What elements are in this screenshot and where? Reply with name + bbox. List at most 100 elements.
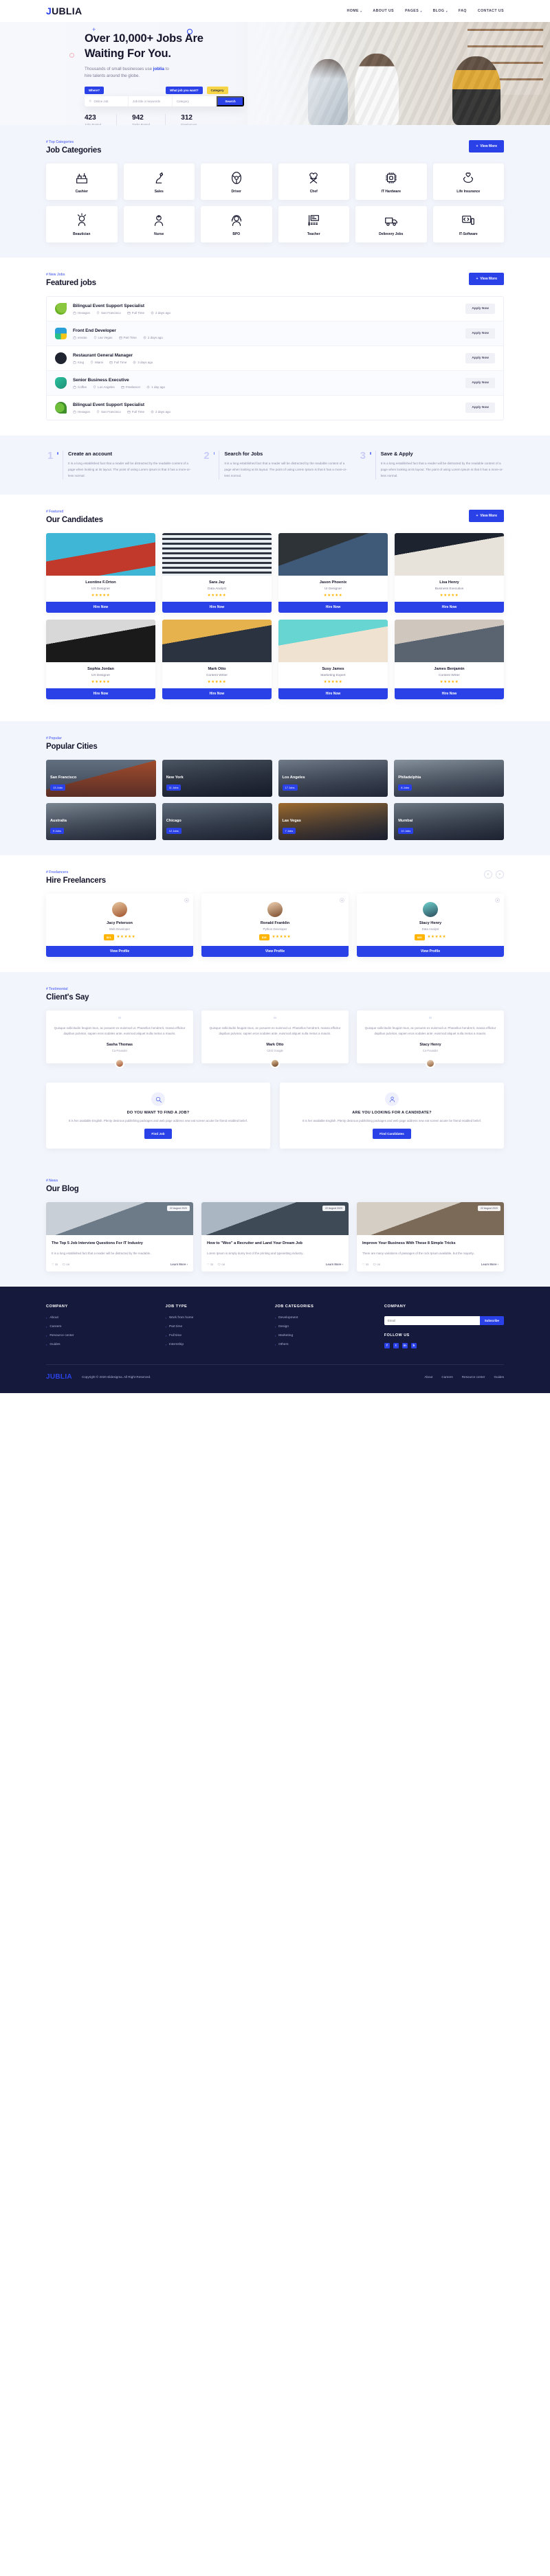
search-location-field[interactable]: Online Job bbox=[85, 96, 129, 107]
footer-bottom-link[interactable]: Guides bbox=[494, 1375, 504, 1379]
footer-bottom-link[interactable]: About bbox=[424, 1375, 432, 1379]
tag-what-job[interactable]: What job you want? bbox=[166, 87, 203, 95]
nav-item-contact-us[interactable]: CONTACT US bbox=[478, 9, 504, 13]
footer-link[interactable]: Full time bbox=[166, 1334, 265, 1337]
category-card-beautician[interactable]: Beautician bbox=[46, 206, 118, 242]
learn-more-link[interactable]: Learn More › bbox=[326, 1263, 343, 1266]
search-button[interactable]: Search bbox=[217, 96, 244, 107]
hire-now-button[interactable]: Hire Now bbox=[395, 688, 504, 699]
candidate-card[interactable]: Mark Otto Content Writer ★★★★★ Hire Now bbox=[162, 619, 272, 699]
job-row[interactable]: Senior Business Executive Coffee Los Angel… bbox=[47, 371, 503, 396]
category-card-delievery-jobs[interactable]: Delievery Jobs bbox=[355, 206, 427, 242]
category-card-cashier[interactable]: Cashier bbox=[46, 163, 118, 200]
tag-category[interactable]: Category bbox=[206, 87, 228, 95]
category-card-it-software[interactable]: IT-Software bbox=[432, 206, 504, 242]
category-card-teacher[interactable]: Teacher bbox=[278, 206, 349, 242]
hire-now-button[interactable]: Hire Now bbox=[278, 601, 388, 613]
category-card-driver[interactable]: Driver bbox=[201, 163, 272, 200]
hire-now-button[interactable]: Hire Now bbox=[395, 601, 504, 613]
freelancer-card[interactable]: ✕ Jacy Peterson Web Developer $21 ★★★★★ View … bbox=[46, 893, 193, 957]
footer-link[interactable]: Careers bbox=[46, 1325, 156, 1329]
candidate-card[interactable]: Susy James Marketing Expert ★★★★★ Hire Now bbox=[278, 619, 388, 699]
nav-item-about-us[interactable]: ABOUT US bbox=[373, 9, 394, 13]
hire-now-button[interactable]: Hire Now bbox=[162, 601, 272, 613]
site-logo[interactable]: JUBLIA bbox=[46, 5, 82, 16]
cta-button[interactable]: Find Job bbox=[144, 1129, 172, 1140]
footer-bottom-link[interactable]: Resource center bbox=[462, 1375, 485, 1379]
learn-more-link[interactable]: Learn More › bbox=[170, 1263, 188, 1266]
job-row[interactable]: Front End Developer envato Las Vegas Part T… bbox=[47, 321, 503, 346]
candidate-card[interactable]: Sara Jay Data Analyst ★★★★★ Hire Now bbox=[162, 532, 272, 613]
social-icon-facebook[interactable]: f bbox=[384, 1342, 390, 1348]
job-row[interactable]: Restaurant General Manager King Miami Full … bbox=[47, 346, 503, 371]
category-card-bpo[interactable]: BPO bbox=[201, 206, 272, 242]
search-category-field[interactable]: Category bbox=[173, 96, 217, 107]
blog-card[interactable]: 22 August 2020 How to "Woo" a Recruiter a… bbox=[201, 1202, 349, 1272]
subscribe-button[interactable]: Subscribe bbox=[479, 1315, 504, 1325]
nav-item-pages[interactable]: PAGES ▾ bbox=[405, 9, 422, 13]
category-card-life-insurance[interactable]: Life Insurance bbox=[432, 163, 504, 200]
city-card[interactable]: Philadelphia 8 Jobs bbox=[394, 759, 504, 797]
hire-now-button[interactable]: Hire Now bbox=[46, 601, 155, 613]
hire-now-button[interactable]: Hire Now bbox=[162, 688, 272, 699]
city-card[interactable]: New York 11 Jobs bbox=[162, 759, 272, 797]
apply-now-button[interactable]: Apply Now bbox=[465, 378, 495, 388]
category-card-it-hardware[interactable]: IT Hardware bbox=[355, 163, 427, 200]
search-keywords-field[interactable]: Job title or keywords bbox=[129, 96, 173, 107]
candidate-card[interactable]: James Benjamin Content Writer ★★★★★ Hire No… bbox=[395, 619, 504, 699]
hire-now-button[interactable]: Hire Now bbox=[46, 688, 155, 699]
apply-now-button[interactable]: Apply Now bbox=[465, 328, 495, 339]
freelancer-card[interactable]: ✕ Stacy Henry Data Analyst $25 ★★★★★ View Pro… bbox=[357, 893, 504, 957]
nav-item-faq[interactable]: FAQ bbox=[459, 9, 467, 13]
city-card[interactable]: Los Angeles 17 Jobs bbox=[278, 759, 388, 797]
category-card-chef[interactable]: Chef bbox=[278, 163, 349, 200]
cta-button[interactable]: Find Candidates bbox=[373, 1129, 411, 1140]
footer-link[interactable]: Work from home bbox=[166, 1316, 265, 1320]
nav-item-home[interactable]: HOME ▾ bbox=[347, 9, 362, 13]
apply-now-button[interactable]: Apply Now bbox=[465, 403, 495, 413]
footer-logo[interactable]: JUBLIA bbox=[46, 1373, 72, 1381]
bookmark-icon[interactable]: ✕ bbox=[340, 897, 344, 903]
job-row[interactable]: Bilingual Event Support Specialist Hexago… bbox=[47, 396, 503, 420]
footer-link[interactable]: Marketing bbox=[275, 1334, 375, 1337]
footer-link[interactable]: Resource center bbox=[46, 1334, 156, 1337]
candidate-card[interactable]: Sophia Jordan UX Designer ★★★★★ Hire Now bbox=[46, 619, 155, 699]
social-icon-twitter[interactable]: t bbox=[393, 1342, 399, 1348]
city-card[interactable]: Mumbai 10 Jobs bbox=[394, 802, 504, 840]
jobs-view-more-button[interactable]: + View More bbox=[469, 273, 504, 285]
social-icon-behance[interactable]: b bbox=[410, 1342, 417, 1348]
candidates-view-more-button[interactable]: + View More bbox=[469, 509, 504, 522]
city-card[interactable]: Australia 9 Jobs bbox=[46, 802, 156, 840]
city-card[interactable]: Las Vegas 7 Jobs bbox=[278, 802, 388, 840]
view-profile-button[interactable]: View Profile bbox=[46, 945, 193, 957]
footer-link[interactable]: Others bbox=[275, 1343, 375, 1346]
email-field[interactable] bbox=[384, 1315, 480, 1325]
view-profile-button[interactable]: View Profile bbox=[357, 945, 504, 957]
nav-item-blog[interactable]: BLOG ▾ bbox=[433, 9, 448, 13]
learn-more-link[interactable]: Learn More › bbox=[481, 1263, 498, 1266]
carousel-next-button[interactable]: › bbox=[496, 870, 504, 879]
city-card[interactable]: Chicago 12 Jobs bbox=[162, 802, 272, 840]
category-card-nurse[interactable]: Nurse bbox=[123, 206, 195, 242]
footer-link[interactable]: About bbox=[46, 1316, 156, 1320]
footer-link[interactable]: Internship bbox=[166, 1343, 265, 1346]
blog-card[interactable]: 22 August 2020 The Top 5 Job Interview Qu… bbox=[46, 1202, 193, 1272]
blog-card[interactable]: 22 August 2020 Improve Your Business With… bbox=[357, 1202, 504, 1272]
candidate-card[interactable]: Leontine F.Orton UX Designer ★★★★★ Hire Now bbox=[46, 532, 155, 613]
bookmark-icon[interactable]: ✕ bbox=[184, 897, 189, 903]
bookmark-icon[interactable]: ✕ bbox=[495, 897, 500, 903]
categories-view-more-button[interactable]: + View More bbox=[469, 140, 504, 152]
job-row[interactable]: Bilingual Event Support Specialist Hexago… bbox=[47, 297, 503, 321]
footer-link[interactable]: Guides bbox=[46, 1343, 156, 1346]
footer-link[interactable]: Design bbox=[275, 1325, 375, 1329]
footer-link[interactable]: Development bbox=[275, 1316, 375, 1320]
apply-now-button[interactable]: Apply Now bbox=[465, 353, 495, 363]
footer-link[interactable]: Part time bbox=[166, 1325, 265, 1329]
candidate-card[interactable]: Jason Phoenix UI Designer ★★★★★ Hire Now bbox=[278, 532, 388, 613]
candidate-card[interactable]: Lisa Henry Business Executive ★★★★★ Hire No… bbox=[395, 532, 504, 613]
carousel-prev-button[interactable]: ‹ bbox=[484, 870, 492, 879]
category-card-sales[interactable]: Sales bbox=[123, 163, 195, 200]
hire-now-button[interactable]: Hire Now bbox=[278, 688, 388, 699]
tag-where[interactable]: Where? bbox=[85, 87, 104, 95]
city-card[interactable]: San Francisco 13 Jobs bbox=[46, 759, 156, 797]
